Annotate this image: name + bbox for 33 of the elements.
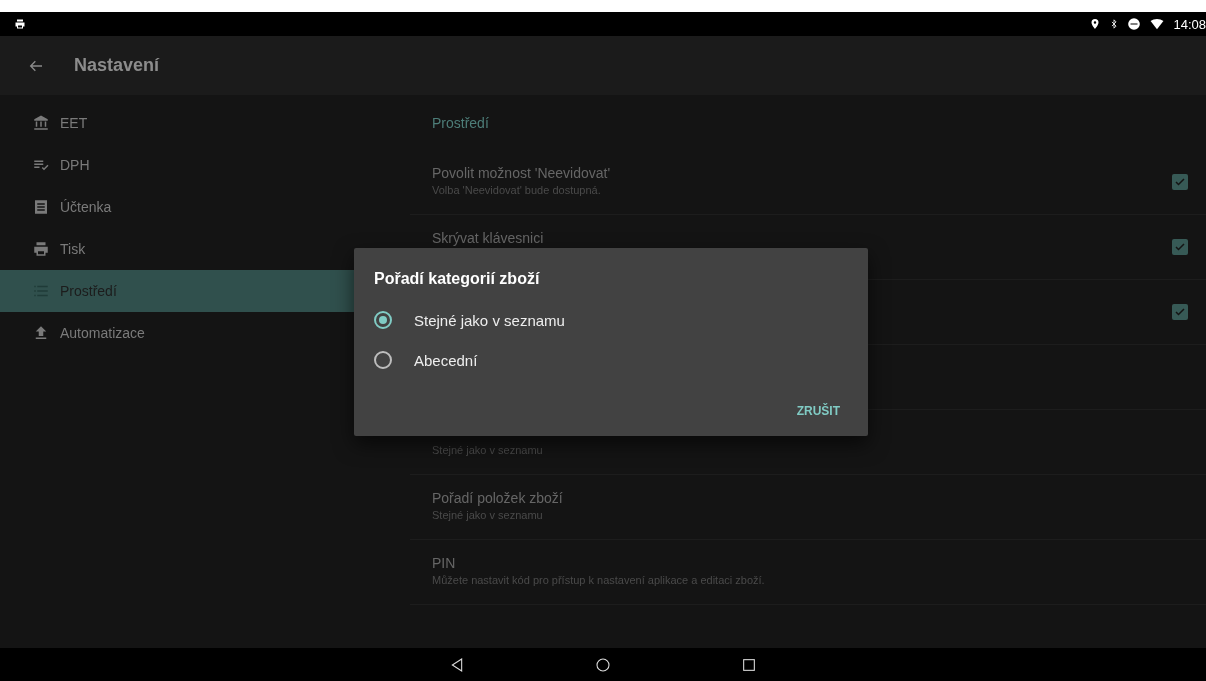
checkbox[interactable] bbox=[1172, 304, 1188, 320]
bank-icon bbox=[32, 114, 50, 132]
setting-title: PIN bbox=[432, 555, 457, 571]
clock-time: 14:08 bbox=[1173, 16, 1206, 32]
radio-button[interactable] bbox=[374, 351, 392, 369]
home-circle-icon[interactable] bbox=[595, 656, 611, 673]
printer-icon bbox=[32, 240, 50, 258]
sidebar-item[interactable]: DPH bbox=[0, 144, 400, 186]
setting-title: Povolit možnost 'Neevidovat' bbox=[432, 165, 612, 181]
radio-button[interactable] bbox=[374, 311, 392, 329]
back-triangle-icon[interactable] bbox=[449, 656, 465, 673]
sidebar-item[interactable]: Automatizace bbox=[0, 312, 400, 354]
toolbar-title: Nastavení bbox=[74, 55, 160, 76]
option-label[interactable]: Stejné jako v seznamu bbox=[414, 311, 565, 329]
checkbox[interactable] bbox=[1172, 239, 1188, 255]
bluetooth-icon bbox=[1109, 17, 1120, 31]
sidebar-item[interactable]: Účtenka bbox=[0, 186, 400, 228]
sidebar-item[interactable]: Tisk bbox=[0, 228, 400, 270]
wifi-icon bbox=[1149, 17, 1166, 31]
receipt-icon bbox=[32, 198, 50, 216]
section-header: Prostředí bbox=[432, 114, 489, 131]
checkmark-icon bbox=[1174, 176, 1186, 188]
checkmark-icon bbox=[1174, 241, 1186, 253]
option-label[interactable]: Abecední bbox=[414, 351, 478, 369]
sidebar-item[interactable]: EET bbox=[0, 102, 400, 144]
printer-icon bbox=[14, 18, 26, 30]
recents-square-icon[interactable] bbox=[741, 656, 757, 673]
checkbox[interactable] bbox=[1172, 174, 1188, 190]
cancel-button[interactable]: ZRUŠIT bbox=[792, 400, 844, 422]
do-not-disturb-icon bbox=[1127, 17, 1142, 31]
setting-title: Skrývat klávesnici bbox=[432, 230, 545, 246]
setting-title: Pořadí položek zboží bbox=[432, 490, 564, 506]
checkmark-icon bbox=[1174, 306, 1186, 318]
